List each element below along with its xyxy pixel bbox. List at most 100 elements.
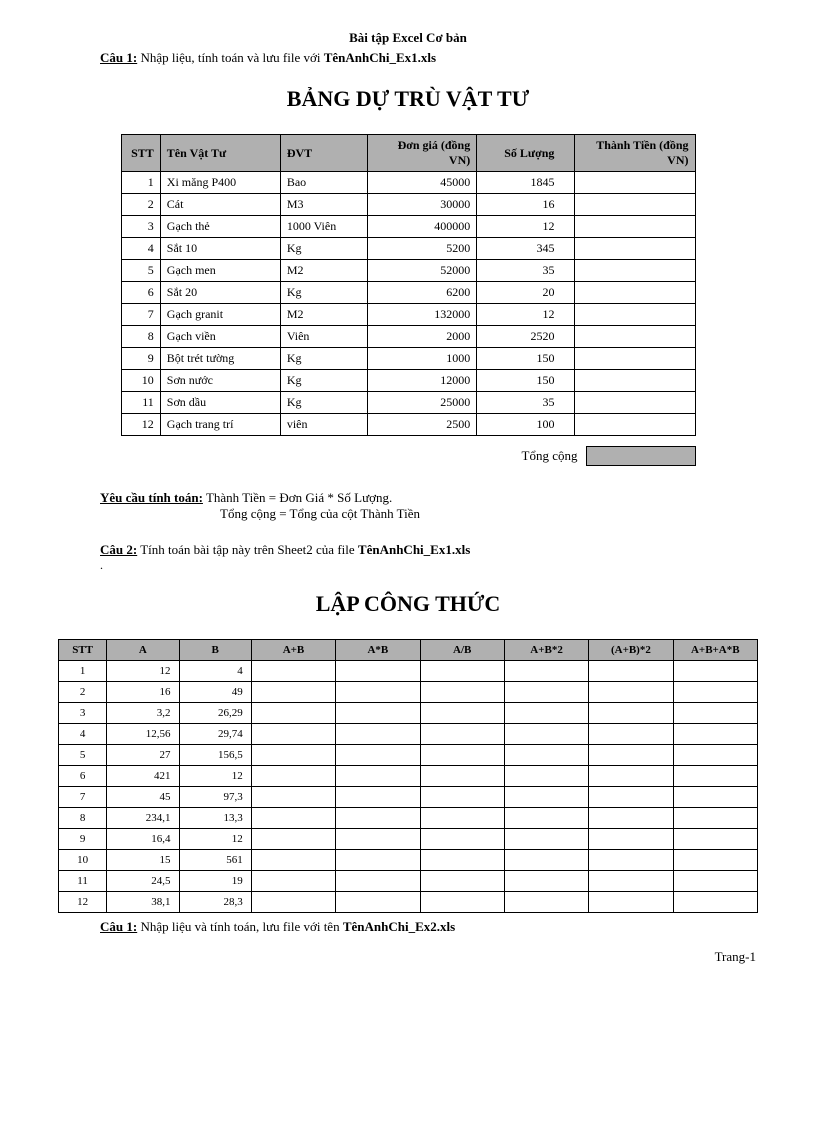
cell-thanhtien [575, 172, 695, 194]
doc-title: Bài tập Excel Cơ bản [50, 30, 766, 46]
cell-amb [336, 892, 420, 913]
cell-a: 234,1 [107, 808, 179, 829]
cell-ten: Sắt 10 [160, 238, 280, 260]
table-row: 8234,113,3 [59, 808, 758, 829]
cell-b: 97,3 [179, 787, 251, 808]
cell-stt: 11 [121, 392, 160, 414]
cell-a: 3,2 [107, 703, 179, 724]
cell-apbt2 [589, 682, 673, 703]
cell-dongia: 5200 [368, 238, 477, 260]
cell-adb [420, 850, 504, 871]
cell-dvt: Kg [280, 282, 367, 304]
cell-b: 4 [179, 661, 251, 682]
cell-stt: 4 [121, 238, 160, 260]
cell-dongia: 400000 [368, 216, 477, 238]
cell-apbt2 [589, 661, 673, 682]
total-box [586, 446, 696, 466]
cell-apb2 [504, 661, 588, 682]
table-header-row: STT Tên Vật Tư ĐVT Đơn giá (đồng VN) Số … [121, 135, 695, 172]
cell-stt: 8 [59, 808, 107, 829]
cell-a: 16,4 [107, 829, 179, 850]
cell-apb [251, 871, 335, 892]
table-row: 8Gạch viềnViên20002520 [121, 326, 695, 348]
cau2-text: Tính toán bài tập này trên Sheet2 của fi… [140, 542, 354, 557]
cell-apbab [673, 871, 757, 892]
cell-apbab [673, 850, 757, 871]
cell-a: 12 [107, 661, 179, 682]
cell-dongia: 12000 [368, 370, 477, 392]
cell-adb [420, 703, 504, 724]
cell-b: 12 [179, 829, 251, 850]
cell-amb [336, 661, 420, 682]
cell-dvt: M3 [280, 194, 367, 216]
cell-stt: 12 [121, 414, 160, 436]
cell-dongia: 1000 [368, 348, 477, 370]
cell-apbab [673, 682, 757, 703]
cell-adb [420, 871, 504, 892]
cell-stt: 9 [59, 829, 107, 850]
cell-apb2 [504, 745, 588, 766]
cell-amb [336, 787, 420, 808]
cell-apb [251, 703, 335, 724]
cell-adb [420, 682, 504, 703]
table-row: 3Gạch thẻ1000 Viên40000012 [121, 216, 695, 238]
cell-apb [251, 850, 335, 871]
cell-b: 156,5 [179, 745, 251, 766]
cell-adb [420, 766, 504, 787]
cell-apb [251, 892, 335, 913]
cell-stt: 3 [121, 216, 160, 238]
table-row: 642112 [59, 766, 758, 787]
cell-apbt2 [589, 787, 673, 808]
cell-apbt2 [589, 850, 673, 871]
cell-stt: 12 [59, 892, 107, 913]
t2-th-amb: A*B [336, 640, 420, 661]
cell-apbt2 [589, 829, 673, 850]
cell-dongia: 6200 [368, 282, 477, 304]
cell-stt: 2 [121, 194, 160, 216]
cell-b: 13,3 [179, 808, 251, 829]
cell-thanhtien [575, 282, 695, 304]
cell-stt: 5 [59, 745, 107, 766]
cell-dvt: Kg [280, 392, 367, 414]
table-row: 5Gạch menM25200035 [121, 260, 695, 282]
table-row: 9Bột trét tườngKg1000150 [121, 348, 695, 370]
table-row: 12Gạch trang tríviên2500100 [121, 414, 695, 436]
total-label: Tổng cộng [522, 448, 578, 464]
cell-apb2 [504, 871, 588, 892]
cell-stt: 10 [59, 850, 107, 871]
th-ten: Tên Vật Tư [160, 135, 280, 172]
page-number: Trang-1 [50, 949, 766, 965]
table-vattu: STT Tên Vật Tư ĐVT Đơn giá (đồng VN) Số … [121, 134, 696, 436]
cau2-label: Câu 2: [100, 542, 137, 557]
cell-stt: 10 [121, 370, 160, 392]
cell-thanhtien [575, 326, 695, 348]
cell-apb2 [504, 829, 588, 850]
cell-thanhtien [575, 370, 695, 392]
cell-amb [336, 829, 420, 850]
cell-apbab [673, 829, 757, 850]
cell-b: 29,74 [179, 724, 251, 745]
total-row: Tổng cộng [121, 446, 696, 466]
cell-dongia: 45000 [368, 172, 477, 194]
cell-stt: 2 [59, 682, 107, 703]
cell-soluong: 100 [477, 414, 575, 436]
table-row: 916,412 [59, 829, 758, 850]
cell-dongia: 25000 [368, 392, 477, 414]
cell-a: 15 [107, 850, 179, 871]
cell-apb2 [504, 808, 588, 829]
cell-stt: 6 [121, 282, 160, 304]
footer-cau-file: TênAnhChi_Ex2.xls [343, 919, 455, 934]
cell-apbt2 [589, 871, 673, 892]
cell-thanhtien [575, 304, 695, 326]
cell-apbt2 [589, 703, 673, 724]
cell-b: 561 [179, 850, 251, 871]
cau2-instruction: Câu 2: Tính toán bài tập này trên Sheet2… [100, 542, 766, 558]
cell-amb [336, 871, 420, 892]
cell-apb [251, 724, 335, 745]
cell-amb [336, 745, 420, 766]
cell-ten: Sắt 20 [160, 282, 280, 304]
t2-th-apbt2: (A+B)*2 [589, 640, 673, 661]
cell-dvt: Kg [280, 370, 367, 392]
th-dvt: ĐVT [280, 135, 367, 172]
cell-dvt: M2 [280, 260, 367, 282]
